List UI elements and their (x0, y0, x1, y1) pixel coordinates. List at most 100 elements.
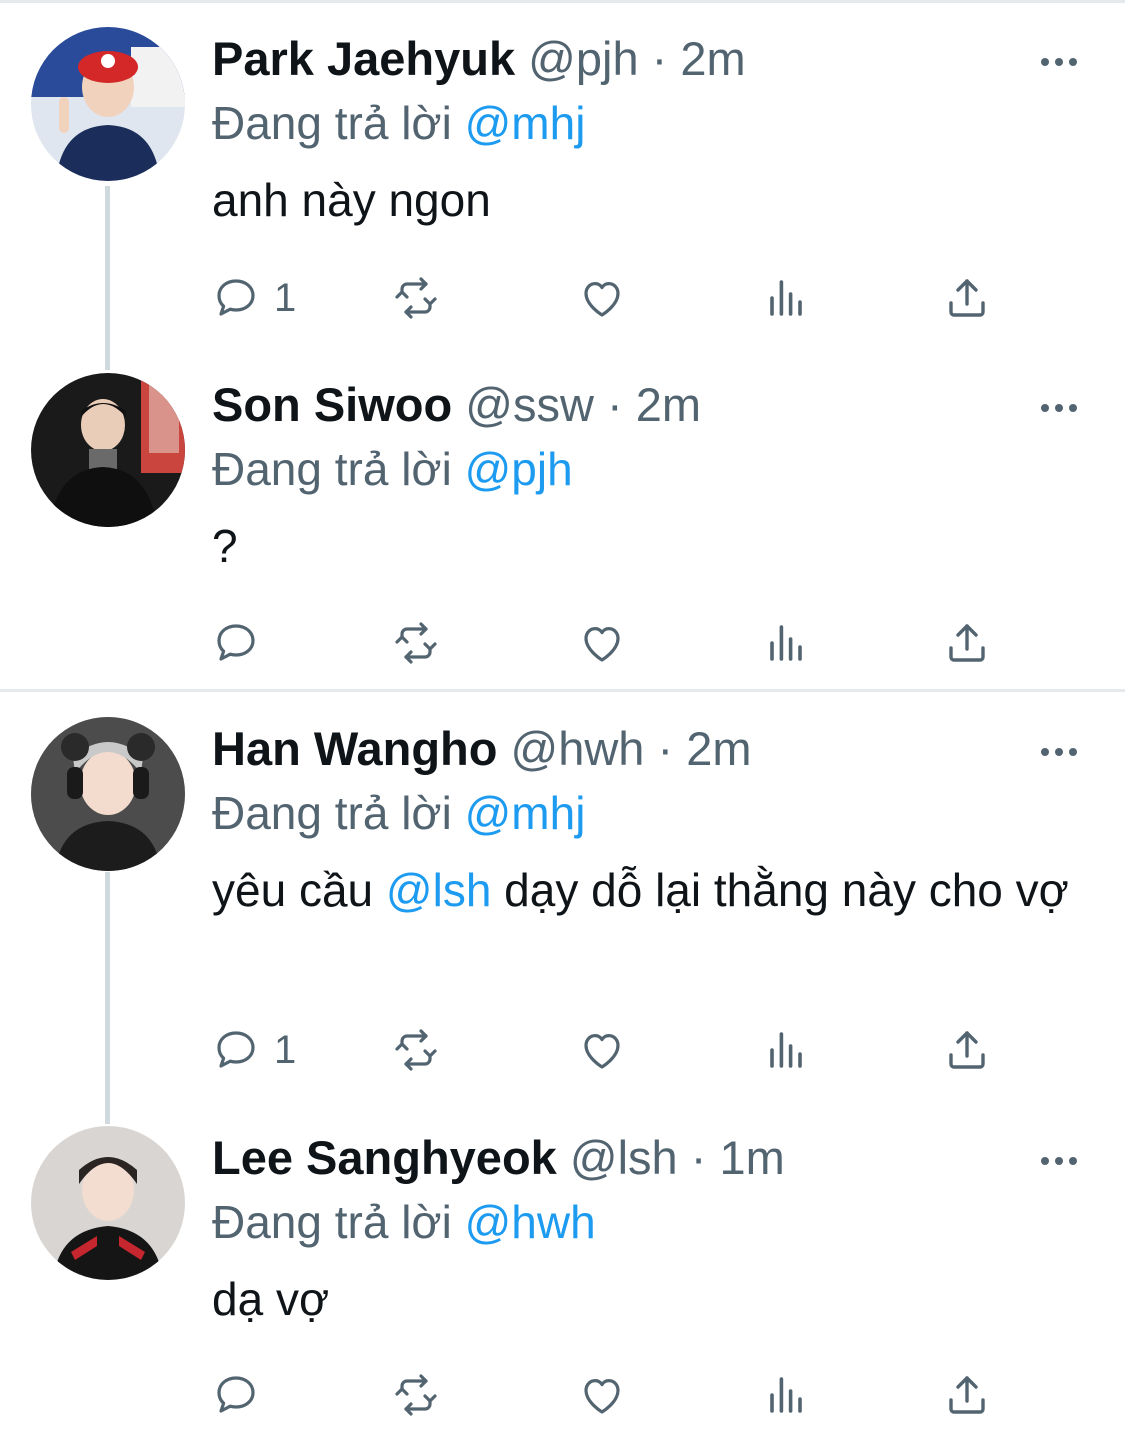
retweet-button[interactable] (392, 1365, 440, 1425)
avatar[interactable] (31, 1126, 185, 1280)
views-icon (770, 280, 802, 316)
reply-button[interactable] (212, 613, 274, 673)
share-button[interactable] (943, 1365, 991, 1425)
retweet-icon (395, 1029, 437, 1071)
reply-count: 1 (274, 275, 297, 320)
reply-prefix: Đang trả lời (212, 97, 452, 149)
text-part: anh này ngon (212, 174, 491, 226)
handle[interactable]: @hwh (511, 722, 645, 775)
top-divider (0, 0, 1125, 3)
more-icon[interactable] (1041, 1154, 1081, 1166)
share-button[interactable] (943, 1020, 991, 1080)
like-icon (584, 282, 620, 317)
reply-prefix: Đang trả lời (212, 443, 452, 495)
avatar[interactable] (31, 373, 185, 527)
timestamp[interactable]: 2m (680, 32, 745, 85)
views-icon (770, 1032, 802, 1068)
thread-line (105, 872, 110, 1124)
thread-divider (0, 689, 1125, 692)
separator: · (657, 722, 674, 775)
handle[interactable]: @lsh (570, 1131, 678, 1184)
share-icon (949, 1031, 985, 1069)
like-button[interactable] (578, 613, 626, 673)
reply-mention[interactable]: @mhj (465, 787, 586, 839)
reply-icon (217, 624, 255, 661)
like-icon (584, 1379, 620, 1414)
like-button[interactable] (578, 1020, 626, 1080)
reply-button[interactable]: 1 (212, 268, 296, 328)
action-bar: 1 (212, 1020, 1012, 1080)
reply-icon (217, 1031, 255, 1068)
share-icon (949, 1376, 985, 1414)
reply-mention[interactable]: @hwh (465, 1196, 596, 1248)
more-icon[interactable] (1041, 401, 1081, 413)
timestamp[interactable]: 2m (686, 722, 751, 775)
separator: · (690, 1131, 707, 1184)
reply-mention[interactable]: @pjh (465, 443, 573, 495)
retweet-icon (395, 277, 437, 319)
views-button[interactable] (762, 268, 810, 328)
handle[interactable]: @pjh (528, 32, 638, 85)
display-name[interactable]: Han Wangho (212, 722, 497, 775)
reply-mention[interactable]: @mhj (465, 97, 586, 149)
timestamp[interactable]: 1m (719, 1131, 784, 1184)
separator: · (651, 32, 668, 85)
reply-icon (217, 279, 255, 316)
share-button[interactable] (943, 268, 991, 328)
tweet-header: Han Wangho @hwh · 2m (212, 717, 1085, 781)
share-icon (949, 624, 985, 662)
display-name[interactable]: Son Siwoo (212, 378, 452, 431)
tweet-header: Park Jaehyuk @pjh · 2m (212, 27, 1085, 91)
timestamp[interactable]: 2m (636, 378, 701, 431)
retweet-button[interactable] (392, 268, 440, 328)
reply-prefix: Đang trả lời (212, 787, 452, 839)
views-button[interactable] (762, 613, 810, 673)
like-button[interactable] (578, 1365, 626, 1425)
retweet-button[interactable] (392, 1020, 440, 1080)
text-part: yêu cầu (212, 864, 386, 916)
reply-icon (217, 1376, 255, 1413)
more-icon[interactable] (1041, 55, 1081, 67)
views-button[interactable] (762, 1020, 810, 1080)
like-icon (584, 627, 620, 662)
tweet-text: dạ vợ (212, 1268, 1085, 1330)
retweet-icon (395, 1374, 437, 1416)
tweet-text: anh này ngon (212, 169, 1085, 231)
reply-count: 1 (274, 1027, 297, 1072)
replying-to: Đang trả lời @mhj (212, 781, 1085, 845)
tweet-header: Lee Sanghyeok @lsh · 1m (212, 1126, 1085, 1190)
retweet-icon (395, 622, 437, 664)
thread-line (105, 186, 110, 370)
handle[interactable]: @ssw (465, 378, 594, 431)
reply-button[interactable]: 1 (212, 1020, 296, 1080)
share-button[interactable] (943, 613, 991, 673)
display-name[interactable]: Park Jaehyuk (212, 32, 515, 85)
more-icon[interactable] (1041, 745, 1081, 757)
display-name[interactable]: Lee Sanghyeok (212, 1131, 557, 1184)
like-button[interactable] (578, 268, 626, 328)
text-part: dạy dỗ lại thằng này cho vợ (491, 864, 1069, 916)
tweet-text: ? (212, 515, 1085, 577)
views-icon (770, 1377, 802, 1413)
text-part: dạ vợ (212, 1273, 330, 1325)
action-bar: 1 (212, 268, 1012, 328)
avatar[interactable] (31, 717, 185, 871)
views-button[interactable] (762, 1365, 810, 1425)
text-part: ? (212, 520, 238, 572)
retweet-button[interactable] (392, 613, 440, 673)
tweet-header: Son Siwoo @ssw · 2m (212, 373, 1085, 437)
reply-button[interactable] (212, 1365, 274, 1425)
separator: · (607, 378, 623, 431)
reply-prefix: Đang trả lời (212, 1196, 452, 1248)
avatar[interactable] (31, 27, 185, 181)
views-icon (770, 625, 802, 661)
replying-to: Đang trả lời @pjh (212, 437, 1085, 501)
replying-to: Đang trả lời @hwh (212, 1190, 1085, 1254)
action-bar (212, 613, 1012, 673)
tweet-text: yêu cầu @lsh dạy dỗ lại thằng này cho vợ (212, 859, 1085, 921)
text-mention[interactable]: @lsh (386, 864, 492, 916)
share-icon (949, 279, 985, 317)
like-icon (584, 1034, 620, 1069)
replying-to: Đang trả lời @mhj (212, 91, 1085, 155)
action-bar (212, 1365, 1012, 1425)
